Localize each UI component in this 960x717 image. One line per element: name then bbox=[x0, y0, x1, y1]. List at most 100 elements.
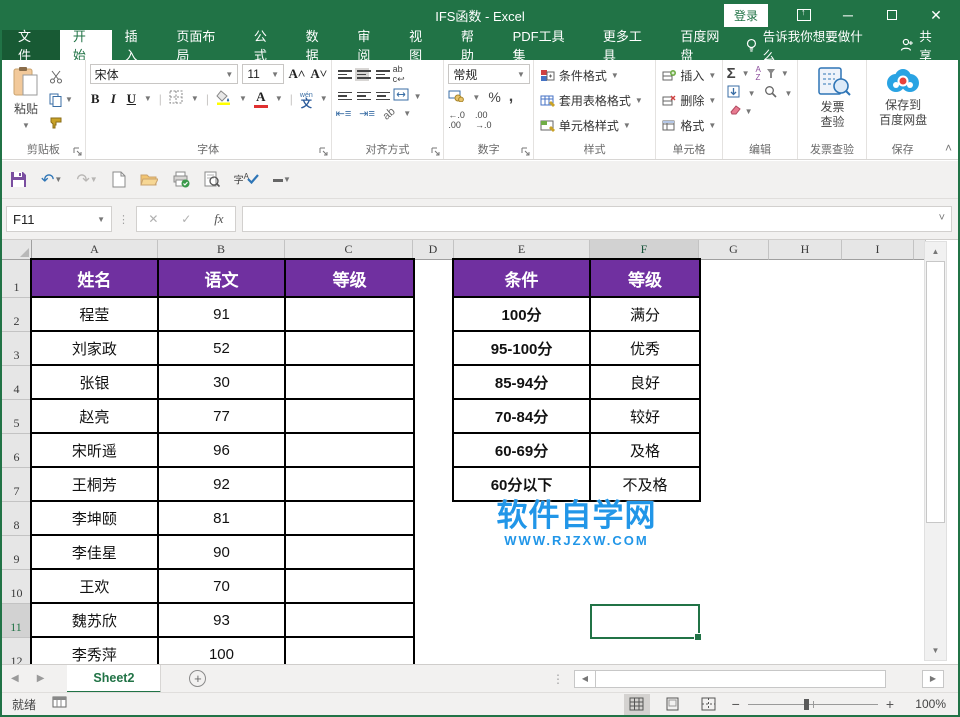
table-cell[interactable] bbox=[285, 501, 414, 535]
table-cell[interactable]: 魏苏欣 bbox=[31, 603, 158, 637]
print-preview-button[interactable] bbox=[204, 171, 220, 188]
borders-button[interactable] bbox=[169, 90, 184, 108]
align-center-icon[interactable] bbox=[355, 90, 369, 103]
table-cell[interactable]: 王欢 bbox=[31, 569, 158, 603]
font-dialog-launcher[interactable] bbox=[319, 147, 329, 157]
copy-button[interactable]: ▼ bbox=[46, 89, 76, 110]
table-cell[interactable] bbox=[285, 297, 414, 331]
scores-table[interactable]: 姓名语文等级程莹91刘家政52张银30赵亮77宋昕遥96王桐芳92李坤颐81李佳… bbox=[30, 258, 415, 664]
share-button[interactable]: 共享 bbox=[900, 26, 944, 64]
number-dialog-launcher[interactable] bbox=[521, 147, 531, 157]
table-cell[interactable]: 70 bbox=[158, 569, 286, 603]
table-cell[interactable]: 刘家政 bbox=[31, 331, 158, 365]
redo-button[interactable]: ↷▼ bbox=[76, 170, 97, 190]
tab-PDF工具集[interactable]: PDF工具集 bbox=[500, 30, 590, 60]
orientation-icon[interactable]: ab bbox=[381, 105, 398, 122]
open-file-button[interactable] bbox=[140, 172, 158, 187]
scroll-down-arrow[interactable]: ▼ bbox=[925, 641, 946, 660]
zoom-out-button[interactable]: − bbox=[732, 696, 740, 712]
table-cell[interactable]: 李秀萍 bbox=[31, 637, 158, 664]
table-cell[interactable]: 70-84分 bbox=[453, 399, 590, 433]
table-cell[interactable]: 92 bbox=[158, 467, 286, 501]
tab-数据[interactable]: 数据 bbox=[293, 30, 345, 60]
table-cell[interactable]: 60分以下 bbox=[453, 467, 590, 501]
alignment-dialog-launcher[interactable] bbox=[431, 147, 441, 157]
tab-视图[interactable]: 视图 bbox=[396, 30, 448, 60]
table-cell[interactable] bbox=[285, 467, 414, 501]
increase-font-icon[interactable]: A˄ bbox=[288, 66, 306, 82]
table-cell[interactable] bbox=[285, 603, 414, 637]
undo-button[interactable]: ↶▼ bbox=[41, 170, 62, 190]
invoice-check-button[interactable]: 发票查验 bbox=[810, 64, 856, 143]
selected-cell-F11[interactable] bbox=[590, 604, 700, 639]
table-cell[interactable]: 100分 bbox=[453, 297, 590, 331]
font-name-select[interactable]: 宋体▼ bbox=[90, 64, 239, 84]
quick-print-button[interactable] bbox=[172, 171, 190, 188]
table-cell[interactable] bbox=[285, 433, 414, 467]
find-select-button[interactable] bbox=[764, 85, 777, 101]
namebox-resize-handle[interactable]: ⋮ bbox=[118, 213, 130, 226]
delete-cells-button[interactable]: 删除▼ bbox=[660, 90, 718, 111]
underline-button[interactable]: U bbox=[126, 91, 137, 107]
sheet-nav-right-icon[interactable]: ▶ bbox=[28, 673, 54, 684]
decrease-font-icon[interactable]: A˅ bbox=[310, 66, 328, 82]
page-layout-view-button[interactable] bbox=[660, 694, 686, 715]
tab-更多工具[interactable]: 更多工具 bbox=[590, 30, 667, 60]
row-header-11[interactable]: 11 bbox=[2, 604, 32, 638]
tab-file[interactable]: 文件 bbox=[2, 30, 60, 60]
font-size-select[interactable]: 11▼ bbox=[242, 64, 284, 84]
table-cell[interactable]: 81 bbox=[158, 501, 286, 535]
fill-button[interactable] bbox=[727, 85, 740, 101]
page-break-view-button[interactable] bbox=[696, 694, 722, 715]
spell-check-button[interactable]: 字A bbox=[234, 173, 259, 185]
align-top-icon[interactable] bbox=[336, 68, 350, 81]
column-header-H[interactable]: H bbox=[769, 240, 842, 260]
conditions-table[interactable]: 条件等级100分满分95-100分优秀85-94分良好70-84分较好60-69… bbox=[452, 258, 701, 502]
sheet-grid[interactable]: ABCDEFGHI 123456789101112 姓名语文等级程莹91刘家政5… bbox=[2, 240, 960, 664]
customize-qat-button[interactable]: ▬▼ bbox=[273, 174, 291, 185]
zoom-slider[interactable] bbox=[748, 704, 878, 705]
table-cell[interactable] bbox=[285, 399, 414, 433]
table-cell[interactable]: 李坤颐 bbox=[31, 501, 158, 535]
tab-帮助[interactable]: 帮助 bbox=[448, 30, 500, 60]
row-header-10[interactable]: 10 bbox=[2, 570, 32, 604]
conditional-formatting-button[interactable]: 条件格式▼ bbox=[538, 65, 645, 86]
table-header-cell[interactable]: 等级 bbox=[590, 259, 700, 297]
table-cell[interactable]: 93 bbox=[158, 603, 286, 637]
tab-公式[interactable]: 公式 bbox=[241, 30, 293, 60]
table-cell[interactable]: 30 bbox=[158, 365, 286, 399]
tab-百度网盘[interactable]: 百度网盘 bbox=[667, 30, 744, 60]
table-cell[interactable] bbox=[285, 569, 414, 603]
tabbar-resize-handle[interactable]: ⋮ bbox=[552, 672, 564, 686]
table-cell[interactable]: 52 bbox=[158, 331, 286, 365]
table-cell[interactable]: 及格 bbox=[590, 433, 700, 467]
save-button[interactable] bbox=[10, 171, 27, 188]
table-cell[interactable]: 张银 bbox=[31, 365, 158, 399]
fill-color-button[interactable] bbox=[216, 90, 232, 108]
table-cell[interactable]: 60-69分 bbox=[453, 433, 590, 467]
phonetic-guide-button[interactable]: wén文 bbox=[300, 89, 313, 108]
table-cell[interactable]: 满分 bbox=[590, 297, 700, 331]
zoom-level[interactable]: 100% bbox=[904, 697, 946, 711]
formula-bar-expand-icon[interactable]: ˅ bbox=[939, 212, 945, 224]
row-header-4[interactable]: 4 bbox=[2, 366, 32, 400]
collapse-ribbon-button[interactable]: ˄ bbox=[945, 141, 952, 155]
tell-me-box[interactable]: 告诉我你想要做什么 bbox=[745, 26, 875, 64]
hscroll-right-arrow[interactable]: ▶ bbox=[922, 670, 944, 688]
table-header-cell[interactable]: 条件 bbox=[453, 259, 590, 297]
enter-entry-button[interactable]: ✓ bbox=[181, 212, 191, 226]
format-painter-button[interactable] bbox=[46, 112, 76, 133]
table-cell[interactable]: 宋昕遥 bbox=[31, 433, 158, 467]
table-cell[interactable]: 100 bbox=[158, 637, 286, 664]
table-cell[interactable] bbox=[285, 365, 414, 399]
select-all-corner[interactable] bbox=[2, 240, 32, 260]
table-header-cell[interactable]: 姓名 bbox=[31, 259, 158, 297]
comma-style-button[interactable]: , bbox=[509, 88, 513, 106]
cut-button[interactable] bbox=[46, 66, 76, 87]
table-cell[interactable]: 较好 bbox=[590, 399, 700, 433]
column-header-D[interactable]: D bbox=[413, 240, 454, 260]
table-cell[interactable]: 王桐芳 bbox=[31, 467, 158, 501]
vertical-scrollbar[interactable]: ▲ ▼ bbox=[924, 241, 947, 661]
cell-styles-button[interactable]: 单元格样式▼ bbox=[538, 115, 645, 136]
row-header-2[interactable]: 2 bbox=[2, 298, 32, 332]
